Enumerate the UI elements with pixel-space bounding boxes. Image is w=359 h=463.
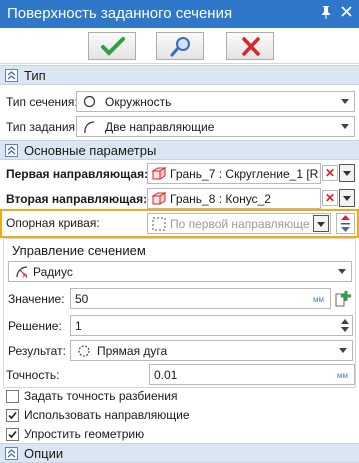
set-split-accuracy-checkbox[interactable] (6, 390, 19, 403)
preview-button[interactable] (156, 32, 204, 60)
section-type-select[interactable]: Окружность (76, 91, 355, 112)
title-bar: Поверхность заданного сечения (0, 0, 359, 28)
close-window-icon[interactable] (341, 5, 352, 20)
solution-spinner[interactable] (340, 318, 350, 333)
solution-label: Решение: (8, 319, 62, 333)
chevron-down-icon[interactable] (341, 327, 349, 332)
arc-guides-icon (83, 120, 97, 137)
chevron-down-icon (343, 171, 351, 176)
swap-direction-button[interactable] (336, 213, 355, 234)
spec-type-value: Две направляющие (105, 120, 215, 134)
circle-icon (83, 95, 96, 111)
collapse-icon (5, 69, 18, 82)
variable-plus-icon (335, 291, 351, 307)
solution-text: 1 (75, 319, 82, 333)
radius-icon: R (15, 265, 29, 282)
section-type-label: Тип сечения: (6, 95, 78, 109)
section-options-header[interactable]: Опции (0, 443, 359, 463)
chevron-down-icon (338, 269, 346, 274)
use-guides-checkbox[interactable] (6, 409, 19, 422)
magnifier-icon (170, 37, 190, 57)
accuracy-input[interactable]: 0.01 мм (149, 364, 355, 385)
face-icon (151, 191, 167, 209)
collapse-icon (5, 447, 18, 460)
pin-icon[interactable] (320, 5, 332, 22)
section-type-label: Тип (24, 68, 46, 83)
section-control-title: Управление сечением (12, 243, 146, 258)
cancel-button[interactable] (226, 32, 274, 60)
result-select[interactable]: Прямая дуга (70, 340, 353, 361)
ref-curve-value: По первой направляющей (170, 217, 310, 231)
check-icon (101, 37, 125, 56)
first-guide-field[interactable]: Грань_7 : Скругление_1 [R (147, 163, 321, 184)
chevron-down-icon (339, 348, 347, 353)
arc-icon (77, 344, 91, 361)
use-guides-label: Использовать направляющие (24, 408, 190, 422)
accuracy-value: 0.01 (154, 368, 178, 382)
close-icon (242, 37, 260, 56)
accuracy-unit: мм (337, 371, 348, 380)
ok-button[interactable] (88, 32, 136, 60)
spec-type-select[interactable]: Две направляющие (76, 116, 355, 137)
value-label: Значение: (8, 292, 65, 306)
ref-curve-field[interactable]: По первой направляющей (147, 213, 331, 234)
face-icon (151, 166, 167, 184)
check-mark-icon (8, 430, 17, 439)
ref-curve-dropdown-button[interactable] (313, 215, 329, 232)
first-guide-label: Первая направляющая: (6, 167, 149, 181)
chevron-down-icon (341, 124, 349, 129)
simplify-geometry-label: Упростить геометрию (24, 427, 145, 441)
accuracy-label: Точность: (6, 368, 60, 382)
action-toolbar (0, 28, 359, 64)
value-input[interactable]: 50 мм (70, 288, 331, 309)
result-label: Результат: (8, 344, 66, 358)
svg-text:R: R (23, 274, 28, 279)
value-unit: мм (313, 295, 324, 304)
second-guide-dropdown-button[interactable] (339, 189, 355, 207)
section-options-label: Опции (24, 446, 64, 461)
section-control-mode-value: Радиус (33, 265, 73, 279)
second-guide-field[interactable]: Грань_8 : Конус_2 (147, 188, 321, 209)
section-type-header[interactable]: Тип (0, 65, 359, 85)
solution-input[interactable]: 1 (70, 315, 353, 336)
first-guide-dropdown-button[interactable] (339, 164, 355, 182)
ref-curve-label: Опорная кривая: (6, 216, 100, 230)
clear-first-guide-button[interactable]: ✕ (322, 165, 338, 181)
chevron-down-icon (317, 222, 325, 227)
section-main-label: Основные параметры (24, 143, 157, 158)
chevron-down-icon (341, 99, 349, 104)
value-text: 50 (75, 292, 89, 306)
section-type-value: Окружность (105, 95, 172, 109)
section-main-header[interactable]: Основные параметры (0, 140, 359, 160)
add-variable-button[interactable] (335, 289, 353, 308)
set-split-accuracy-label: Задать точность разбиения (24, 389, 178, 403)
spec-type-label: Тип задания: (6, 120, 79, 134)
chevron-down-icon (343, 196, 351, 201)
dashed-curve-icon (151, 216, 167, 235)
section-control-mode-select[interactable]: R Радиус (8, 261, 352, 282)
second-guide-value: Грань_8 : Конус_2 (170, 192, 271, 206)
collapse-icon (5, 144, 18, 157)
swap-arrows-icon (341, 215, 350, 232)
clear-second-guide-button[interactable]: ✕ (322, 190, 338, 206)
first-guide-value: Грань_7 : Скругление_1 [R (170, 167, 319, 181)
chevron-up-icon[interactable] (341, 319, 349, 324)
second-guide-label: Вторая направляющая: (6, 192, 148, 206)
check-mark-icon (8, 411, 17, 420)
simplify-geometry-checkbox[interactable] (6, 428, 19, 441)
result-value: Прямая дуга (97, 344, 168, 358)
window-title: Поверхность заданного сечения (7, 5, 233, 22)
